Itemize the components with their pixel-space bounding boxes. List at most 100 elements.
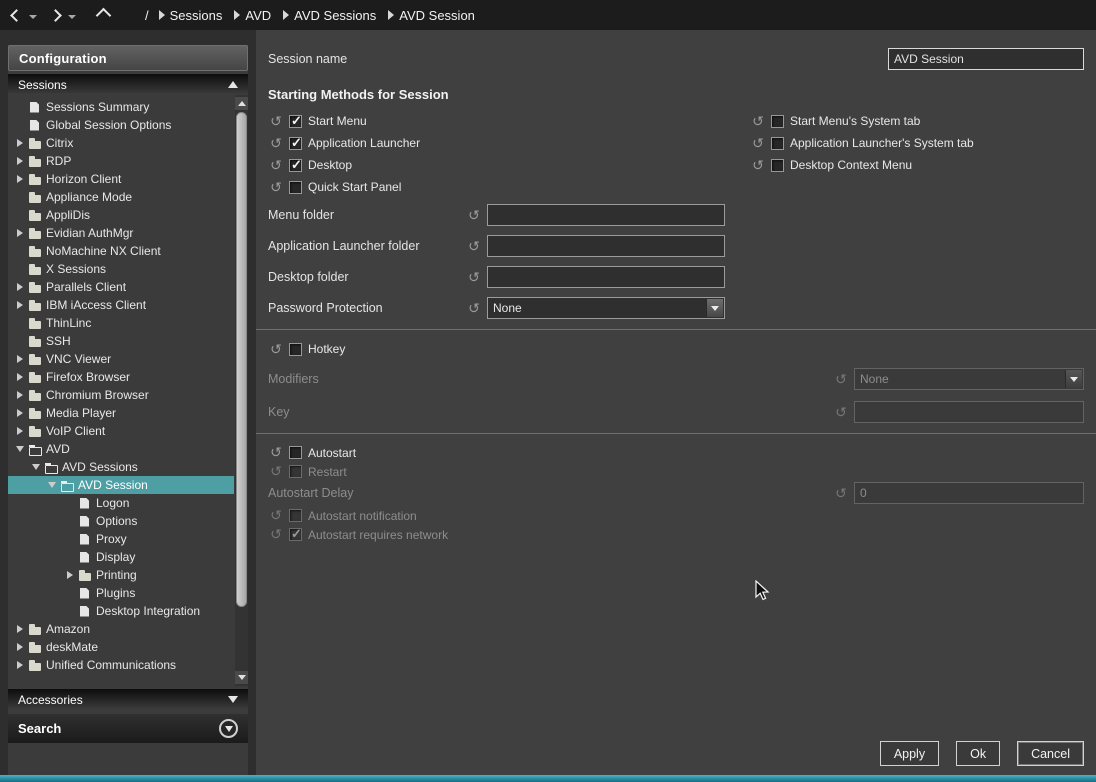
breadcrumb-item-avd-session[interactable]: AVD Session [388,8,475,23]
tree-item-parallels-client[interactable]: Parallels Client [8,278,234,296]
autostart-checkbox[interactable] [289,446,302,459]
apply-button[interactable]: Apply [880,741,939,766]
tree-item-nomachine-nx-client[interactable]: NoMachine NX Client [8,242,234,260]
reset-icon[interactable] [268,527,284,542]
expand-arrow-icon[interactable] [17,229,23,237]
autostart-delay-input[interactable] [854,482,1084,504]
expand-arrow-icon[interactable] [17,625,23,633]
tree-item-rdp[interactable]: RDP [8,152,234,170]
session-name-input[interactable] [888,48,1084,70]
expand-arrow-icon[interactable] [17,373,23,381]
reset-icon[interactable] [268,180,284,195]
collapse-arrow-icon[interactable] [32,464,40,470]
expand-arrow-icon[interactable] [17,175,23,183]
password-protection-select[interactable]: None [487,297,725,319]
tree-item-printing[interactable]: Printing [8,566,234,584]
forward-history-dropdown-icon[interactable] [68,15,76,19]
reset-icon[interactable] [466,301,482,316]
tree-item-proxy[interactable]: Proxy [8,530,234,548]
application-launcher-system-tab-checkbox[interactable] [771,137,784,150]
scroll-down-button[interactable] [235,671,248,684]
reset-icon[interactable] [268,136,284,151]
reset-icon[interactable] [833,405,849,420]
reset-icon[interactable] [268,114,284,129]
sessions-section-header[interactable]: Sessions [8,74,248,95]
desktop-context-menu-checkbox[interactable] [771,159,784,172]
start-menu-system-tab-checkbox[interactable] [771,115,784,128]
tree-item-ssh[interactable]: SSH [8,332,234,350]
tree-item-horizon-client[interactable]: Horizon Client [8,170,234,188]
expand-arrow-icon[interactable] [17,283,23,291]
tree-item-amazon[interactable]: Amazon [8,620,234,638]
collapse-arrow-icon[interactable] [48,482,56,488]
dropdown-arrow-button[interactable] [706,299,723,317]
reset-icon[interactable] [466,208,482,223]
reset-icon[interactable] [750,114,766,129]
reset-icon[interactable] [268,342,284,357]
expand-arrow-icon[interactable] [17,643,23,651]
back-button[interactable] [10,9,23,22]
tree-item-deskmate[interactable]: deskMate [8,638,234,656]
tree-item-desktop-integration[interactable]: Desktop Integration [8,602,234,620]
reset-icon[interactable] [268,445,284,460]
tree-item-thinlinc[interactable]: ThinLinc [8,314,234,332]
accessories-section-header[interactable]: Accessories [8,689,248,710]
tree-item-global-session-options[interactable]: Global Session Options [8,116,234,134]
tree-item-evidian-authmgr[interactable]: Evidian AuthMgr [8,224,234,242]
application-launcher-checkbox[interactable] [289,137,302,150]
breadcrumb-item-sessions[interactable]: Sessions [159,8,223,23]
tree-item-ibm-iaccess-client[interactable]: IBM iAccess Client [8,296,234,314]
expand-arrow-icon[interactable] [17,139,23,147]
expand-arrow-icon[interactable] [17,391,23,399]
tree-item-avd-session[interactable]: AVD Session [8,476,234,494]
reset-icon[interactable] [833,372,849,387]
tree-item-sessions-summary[interactable]: Sessions Summary [8,98,234,116]
quick-start-panel-checkbox[interactable] [289,181,302,194]
expand-arrow-icon[interactable] [17,427,23,435]
breadcrumb-item-avd[interactable]: AVD [234,8,271,23]
tree-item-avd-sessions[interactable]: AVD Sessions [8,458,234,476]
autostart-requires-network-checkbox[interactable] [289,528,302,541]
tree-item-avd[interactable]: AVD [8,440,234,458]
tree-scrollbar[interactable] [235,95,248,686]
tree-item-unified-communications[interactable]: Unified Communications [8,656,234,674]
tree-item-logon[interactable]: Logon [8,494,234,512]
modifiers-select[interactable]: None [854,368,1084,390]
start-menu-checkbox[interactable] [289,115,302,128]
restart-checkbox[interactable] [289,465,302,478]
tree-item-applidis[interactable]: AppliDis [8,206,234,224]
tree-item-appliance-mode[interactable]: Appliance Mode [8,188,234,206]
tree-item-chromium-browser[interactable]: Chromium Browser [8,386,234,404]
key-input[interactable] [854,401,1084,423]
expand-arrow-icon[interactable] [17,157,23,165]
menu-folder-input[interactable] [487,204,725,226]
reset-icon[interactable] [466,270,482,285]
scrollbar-thumb[interactable] [236,112,247,607]
breadcrumb-root[interactable]: / [145,8,149,23]
reset-icon[interactable] [833,486,849,501]
reset-icon[interactable] [750,158,766,173]
tree-item-plugins[interactable]: Plugins [8,584,234,602]
tree-item-firefox-browser[interactable]: Firefox Browser [8,368,234,386]
reset-icon[interactable] [268,508,284,523]
expand-arrow-icon[interactable] [17,409,23,417]
tree-item-x-sessions[interactable]: X Sessions [8,260,234,278]
hotkey-checkbox[interactable] [289,343,302,356]
tree-item-display[interactable]: Display [8,548,234,566]
autostart-notification-checkbox[interactable] [289,509,302,522]
back-history-dropdown-icon[interactable] [29,15,37,19]
expand-arrow-icon[interactable] [17,661,23,669]
application-launcher-folder-input[interactable] [487,235,725,257]
dropdown-arrow-button[interactable] [1065,370,1082,388]
forward-button[interactable] [49,9,62,22]
scroll-up-button[interactable] [235,97,248,110]
desktop-checkbox[interactable] [289,159,302,172]
expand-arrow-icon[interactable] [17,355,23,363]
reset-icon[interactable] [268,464,284,479]
tree-item-citrix[interactable]: Citrix [8,134,234,152]
tree-item-vnc-viewer[interactable]: VNC Viewer [8,350,234,368]
expand-arrow-icon[interactable] [17,301,23,309]
reset-icon[interactable] [466,239,482,254]
ok-button[interactable]: Ok [956,741,1000,766]
expand-arrow-icon[interactable] [67,571,73,579]
